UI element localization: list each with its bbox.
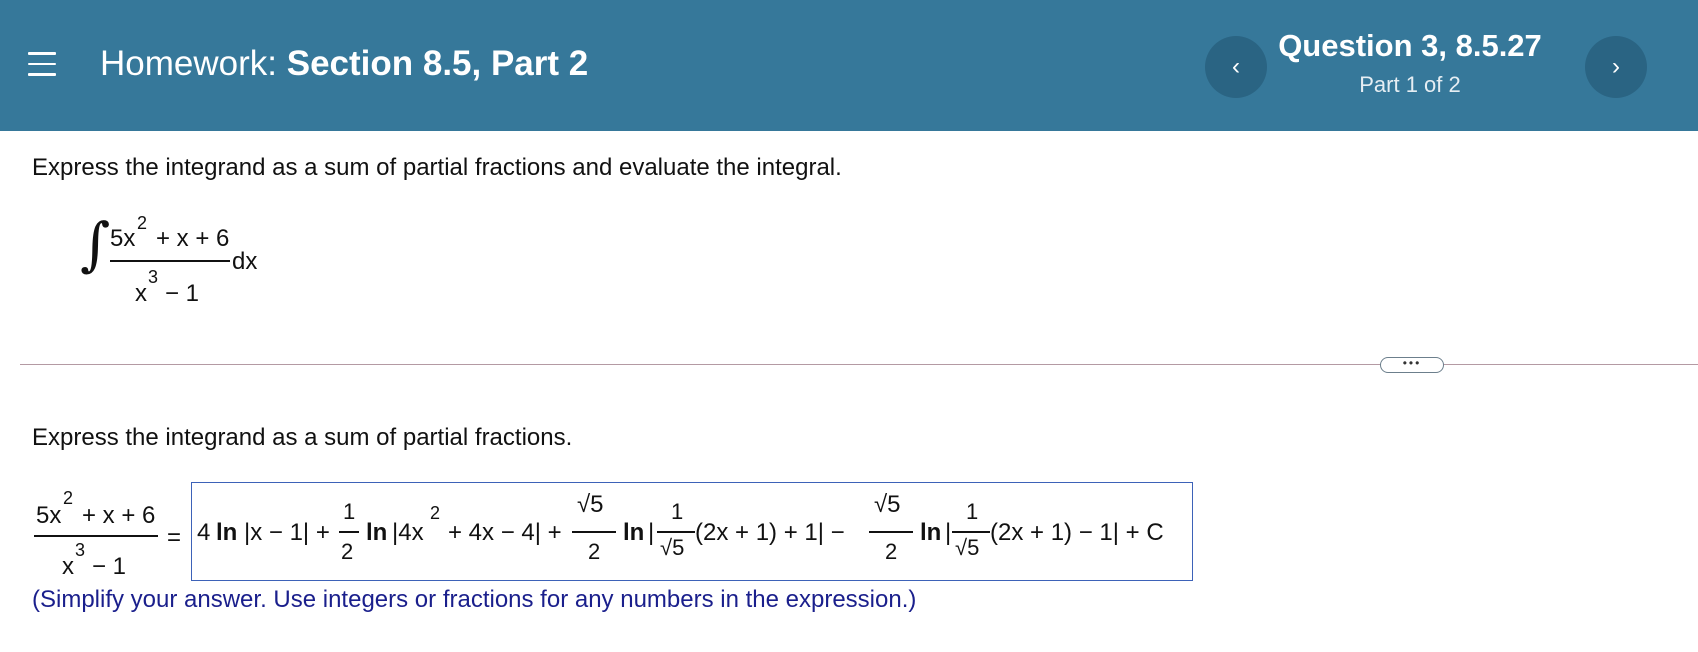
answer-frac4-bar xyxy=(869,531,913,533)
answer-abs-bar-4: | xyxy=(945,519,952,546)
fraction-bar xyxy=(110,260,230,262)
question-title: Question 3, 8.5.27 xyxy=(1278,28,1542,63)
next-question-button[interactable]: › xyxy=(1585,36,1647,98)
lhs-fraction: 5x 2 + x + 6 x 3 − 1 = xyxy=(32,488,212,583)
answer-frac4-den: 2 xyxy=(885,539,898,564)
answer-term1-arg: |x − 1| + xyxy=(244,519,330,546)
answer-ln-1: ln xyxy=(216,519,238,546)
denominator-exponent: 3 xyxy=(148,267,159,287)
lhs-denominator-exponent: 3 xyxy=(75,540,86,560)
integral-expression: ∫ 5x 2 + x + 6 x 3 − 1 dx xyxy=(80,205,280,307)
answer-frac1-den: 2 xyxy=(341,539,354,564)
answer-inner-bar-4 xyxy=(952,531,990,533)
homework-title-prefix: Homework: xyxy=(100,44,277,83)
answer-term3-tail: (2x + 1) + 1| − xyxy=(695,519,845,546)
lhs-numerator-base: 5x xyxy=(36,502,62,529)
chevron-right-icon: › xyxy=(1612,53,1620,80)
answer-ln-2: ln xyxy=(366,519,388,546)
answer-inner-den-3: √5 xyxy=(660,535,685,560)
answer-sqrt5-num-2: √5 xyxy=(874,491,901,518)
answer-abs-bar-3: | xyxy=(648,519,655,546)
header-bar: Homework: Section 8.5, Part 2 ‹ Question… xyxy=(0,0,1698,131)
answer-inner-bar-3 xyxy=(657,531,695,533)
answer-inner-den-4: √5 xyxy=(955,535,980,560)
answer-term2-arg-b: + 4x − 4| + xyxy=(448,519,562,546)
answer-inner-num-4: 1 xyxy=(966,499,979,524)
chevron-left-icon: ‹ xyxy=(1232,53,1240,80)
answer-hint: (Simplify your answer. Use integers or f… xyxy=(32,586,917,613)
denominator-base: x xyxy=(135,280,147,307)
answer-ln-3: ln xyxy=(623,519,645,546)
numerator-rest: + x + 6 xyxy=(156,225,230,252)
homework-section-title: Section 8.5, Part 2 xyxy=(286,44,589,83)
answer-term2-exponent: 2 xyxy=(430,503,441,523)
answer-ln-4: ln xyxy=(920,519,942,546)
homework-title: Homework: Section 8.5, Part 2 xyxy=(100,44,588,84)
question-part: Part 1 of 2 xyxy=(1359,72,1461,97)
answer-frac3-den: 2 xyxy=(588,539,601,564)
previous-question-button[interactable]: ‹ xyxy=(1205,36,1267,98)
answer-coefficient: 4 xyxy=(197,519,211,546)
answer-frac3-bar xyxy=(572,531,616,533)
numerator-exponent: 2 xyxy=(137,213,148,233)
lhs-denominator-base: x xyxy=(62,553,74,580)
answer-term4-tail: (2x + 1) − 1| + C xyxy=(990,519,1164,546)
section-divider xyxy=(20,364,1698,365)
integral-sign: ∫ xyxy=(80,210,111,278)
problem-instruction: Express the integrand as a sum of partia… xyxy=(32,154,842,181)
lhs-numerator-exponent: 2 xyxy=(63,488,74,508)
denominator-rest: − 1 xyxy=(165,280,200,307)
step-instruction: Express the integrand as a sum of partia… xyxy=(32,424,573,451)
lhs-fraction-bar xyxy=(34,535,158,537)
answer-expression: 4 ln |x − 1| + 1 2 ln |4x 2 + 4x − 4| + … xyxy=(192,483,1192,579)
answer-term2-arg-a: |4x xyxy=(392,519,424,546)
equals-sign: = xyxy=(167,524,182,551)
answer-frac1-bar xyxy=(339,531,359,533)
numerator-base: 5x xyxy=(110,225,136,252)
hamburger-menu-icon[interactable] xyxy=(28,52,56,78)
answer-sqrt5-num-1: √5 xyxy=(577,491,604,518)
answer-frac1-num: 1 xyxy=(343,499,356,524)
lhs-denominator-rest: − 1 xyxy=(92,553,127,580)
lhs-numerator-rest: + x + 6 xyxy=(82,502,156,529)
answer-inner-num-3: 1 xyxy=(671,499,684,524)
answer-input-box[interactable]: 4 ln |x − 1| + 1 2 ln |4x 2 + 4x − 4| + … xyxy=(191,482,1193,581)
differential: dx xyxy=(232,248,258,275)
expand-more-button[interactable]: ••• xyxy=(1380,357,1444,373)
